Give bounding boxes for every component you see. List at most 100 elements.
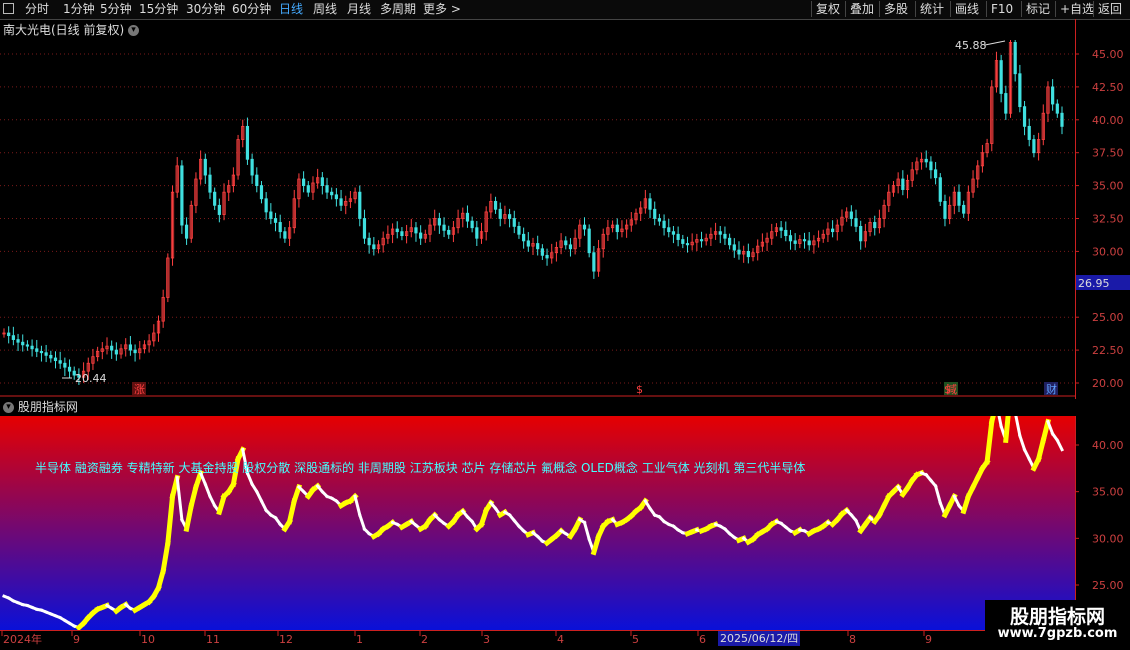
period-9[interactable]: 多周期 [380,1,416,17]
candle [400,227,404,241]
candle [877,209,882,234]
toolbar-button-4[interactable]: 画线 [950,1,979,17]
candle [30,339,34,357]
candle [479,222,484,244]
candle [184,217,189,245]
candle [493,196,498,214]
candle [465,205,470,228]
candle [540,244,544,260]
candle [573,229,577,255]
candle [821,229,825,243]
candle [807,232,811,251]
candle [934,162,938,185]
period-1[interactable]: 1分钟 [63,1,95,17]
candle [779,221,783,239]
candle [994,51,999,93]
candle [639,201,643,222]
period-4[interactable]: 30分钟 [186,1,225,17]
candle [367,232,371,254]
candle [161,289,165,328]
candle [63,357,67,377]
candle [503,205,507,225]
candle [330,187,334,200]
signal-marker: 财 [1046,382,1057,396]
indicator-gradient-background [0,416,1075,630]
time-tick-label: 6 [699,633,706,646]
toolbar-button-8[interactable]: 返回 [1093,1,1122,17]
period-10[interactable]: 更多 > [423,1,461,17]
candle [110,340,114,359]
candle [690,233,694,251]
candle [1027,118,1031,147]
time-axis: 2024年 9 10 11 12 1 2 3 4 5 6 8 9 [0,630,1075,646]
toolbar-button-1[interactable]: 叠加 [845,1,874,17]
indicator-title-text: 股朋指标网 [17,400,78,414]
high-price-label: 45.88 [955,40,987,52]
indicator-title: ▾ 股朋指标网 [3,398,78,415]
high-arrow [984,40,1006,46]
period-8[interactable]: 月线 [347,1,371,17]
candle [44,344,48,363]
candle [419,225,423,245]
candle [901,170,905,196]
period-3[interactable]: 15分钟 [139,1,178,17]
price-tick-label: 32.50 [1092,213,1124,226]
price-chart[interactable]: 45.88 20.44 [0,40,1075,396]
candle [442,217,446,238]
toolbar-button-0[interactable]: 复权 [811,1,840,17]
toolbar-button-6[interactable]: 标记 [1021,1,1050,17]
candle [896,172,900,194]
candle [905,174,910,199]
period-7[interactable]: 周线 [313,1,337,17]
time-tick-label: 12 [279,633,293,646]
candle [985,138,989,158]
candle [653,201,657,226]
toolbar-button-2[interactable]: 多股 [879,1,908,17]
candle [742,245,746,263]
candle [802,232,807,249]
candle [1060,106,1064,135]
candle [699,231,704,248]
toolbar-button-7[interactable]: +自选 [1055,1,1094,17]
candle [587,224,591,258]
toolbar-button-3[interactable]: 统计 [915,1,944,17]
candle [372,237,376,256]
collapse-icon[interactable]: ▾ [3,402,14,413]
candle [166,253,170,303]
candle [578,219,582,248]
indicator-chart[interactable] [0,416,1075,630]
candle [517,221,521,239]
candle [49,350,53,363]
indicator-axis: 40.00 35.00 30.00 25.00 [1075,416,1124,630]
toolbar-button-5[interactable]: F10 [986,1,1013,17]
candle [952,186,956,215]
candle [681,234,685,249]
candle [1051,79,1055,111]
candle [812,235,816,254]
candle [390,223,395,244]
period-6[interactable]: 日线 [279,1,303,17]
candle [545,248,549,266]
candle [423,229,427,243]
candle [774,223,779,237]
chevron-down-icon[interactable]: ▾ [128,25,140,36]
candle [498,202,502,227]
candle [91,348,95,370]
candle [213,187,217,210]
candle [255,167,259,193]
period-5[interactable]: 60分钟 [232,1,271,17]
period-0[interactable]: 分时 [25,1,49,17]
candle [208,167,212,199]
time-tick-label: 9 [73,633,80,646]
candle [96,346,100,362]
menu-icon[interactable] [3,3,14,14]
candle [320,172,324,195]
candle [938,173,942,206]
crosshair-date: 2025/06/12/四 [718,631,801,646]
candle [53,351,58,369]
candle [180,160,184,234]
period-2[interactable]: 5分钟 [100,1,132,17]
candle [873,215,877,236]
candle [610,220,615,233]
candles [2,40,1064,385]
